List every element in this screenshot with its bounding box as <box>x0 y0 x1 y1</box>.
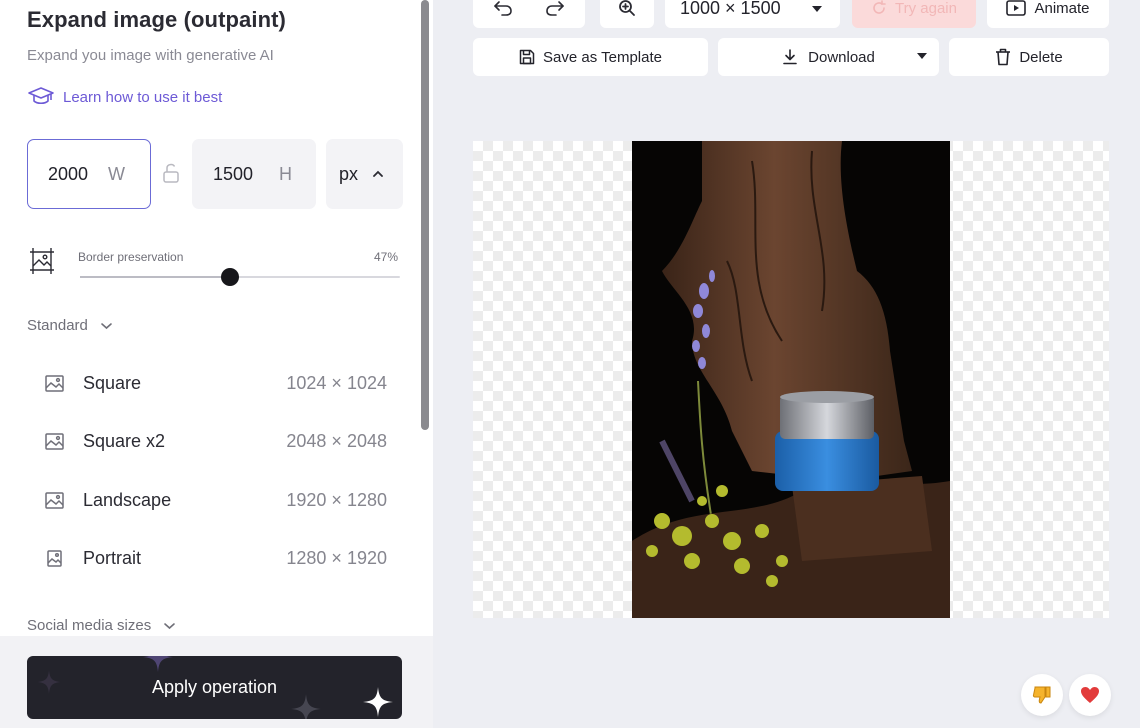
border-preservation-icon <box>30 248 54 274</box>
chevron-down-icon <box>164 622 176 629</box>
graduation-cap-icon <box>28 87 54 105</box>
zoom-button[interactable] <box>600 0 654 28</box>
width-value: 2000 <box>48 163 89 184</box>
apply-operation-label: Apply operation <box>151 677 278 697</box>
play-icon <box>1006 0 1027 16</box>
social-section-toggle[interactable]: Social media sizes <box>27 617 176 634</box>
size-dims: 1920 × 1280 <box>286 489 387 510</box>
resolution-value: 1000 × 1500 <box>680 0 781 18</box>
size-option-square[interactable]: Square 1024 × 1024 <box>27 361 397 405</box>
delete-button[interactable]: Delete <box>949 38 1109 76</box>
image-icon <box>45 374 64 392</box>
trash-icon <box>996 48 1011 66</box>
sparkle-icon <box>143 656 173 672</box>
delete-label: Delete <box>1019 48 1063 66</box>
save-as-template-button[interactable]: Save as Template <box>473 38 708 76</box>
size-option-portrait[interactable]: Portrait 1280 × 1920 <box>27 536 397 580</box>
heart-button[interactable] <box>1069 674 1111 716</box>
learn-link[interactable]: Learn how to use it best <box>27 85 222 109</box>
slider-fill <box>80 276 231 278</box>
height-input[interactable]: 1500 H <box>192 139 316 209</box>
chevron-down-icon <box>101 322 112 329</box>
slider-thumb[interactable] <box>221 268 240 286</box>
animate-label: Animate <box>1034 0 1090 17</box>
standard-section-toggle[interactable]: Standard <box>27 317 113 334</box>
panel-scrollbar[interactable] <box>421 0 429 430</box>
try-again-label: Try again <box>895 0 957 17</box>
image-icon <box>45 491 64 509</box>
height-value: 1500 <box>213 163 254 184</box>
size-name: Square x2 <box>83 430 166 451</box>
image-icon <box>45 432 64 450</box>
download-icon <box>783 49 797 65</box>
save-as-template-label: Save as Template <box>543 48 662 66</box>
zoom-in-icon <box>619 0 635 16</box>
learn-link-label: Learn how to use it best <box>63 88 223 106</box>
download-button[interactable]: Download <box>718 38 939 76</box>
unit-value: px <box>339 163 359 184</box>
size-name: Landscape <box>83 489 172 510</box>
social-section-label: Social media sizes <box>27 617 152 634</box>
caret-down-icon <box>812 6 822 12</box>
refresh-icon <box>873 0 886 14</box>
size-dims: 2048 × 2048 <box>286 430 387 451</box>
undo-redo-group <box>473 0 585 28</box>
height-label: H <box>279 163 293 184</box>
sparkle-icon <box>291 694 321 719</box>
size-name: Portrait <box>83 547 142 568</box>
width-input[interactable]: 2000 W <box>27 139 151 209</box>
border-preservation-label: Border preservation <box>78 250 184 264</box>
sparkle-icon <box>37 670 61 694</box>
image-icon <box>47 549 62 567</box>
product-photo <box>632 141 950 618</box>
animate-button[interactable]: Animate <box>987 0 1109 28</box>
redo-icon[interactable] <box>545 0 565 17</box>
download-label: Download <box>808 48 875 66</box>
sparkle-icon <box>363 687 393 717</box>
undo-icon[interactable] <box>493 0 513 17</box>
width-label: W <box>108 163 126 184</box>
standard-section-label: Standard <box>27 317 88 334</box>
panel-title: Expand image (outpaint) <box>27 7 286 32</box>
unit-select[interactable]: px <box>326 139 403 209</box>
lock-icon[interactable] <box>161 162 181 184</box>
apply-operation-button[interactable]: Apply operation <box>27 656 402 719</box>
size-option-square-x2[interactable]: Square x2 2048 × 2048 <box>27 419 397 463</box>
save-icon <box>519 49 535 65</box>
border-preservation-value: 47% <box>374 250 399 264</box>
chevron-up-icon <box>373 170 383 177</box>
panel-subtitle: Expand you image with generative AI <box>27 47 274 64</box>
try-again-button[interactable]: Try again <box>852 0 976 28</box>
size-dims: 1024 × 1024 <box>286 372 387 393</box>
size-name: Square <box>83 372 142 393</box>
thumbs-down-icon <box>1032 686 1051 704</box>
caret-down-icon[interactable] <box>917 53 927 59</box>
resolution-select[interactable]: 1000 × 1500 <box>665 0 840 28</box>
border-preservation-slider[interactable] <box>80 268 400 286</box>
size-dims: 1280 × 1920 <box>286 547 387 568</box>
size-option-landscape[interactable]: Landscape 1920 × 1280 <box>27 478 397 522</box>
left-panel: Expand image (outpaint) Expand you image… <box>0 0 433 728</box>
thumbs-down-button[interactable] <box>1021 674 1063 716</box>
heart-icon <box>1081 687 1099 703</box>
